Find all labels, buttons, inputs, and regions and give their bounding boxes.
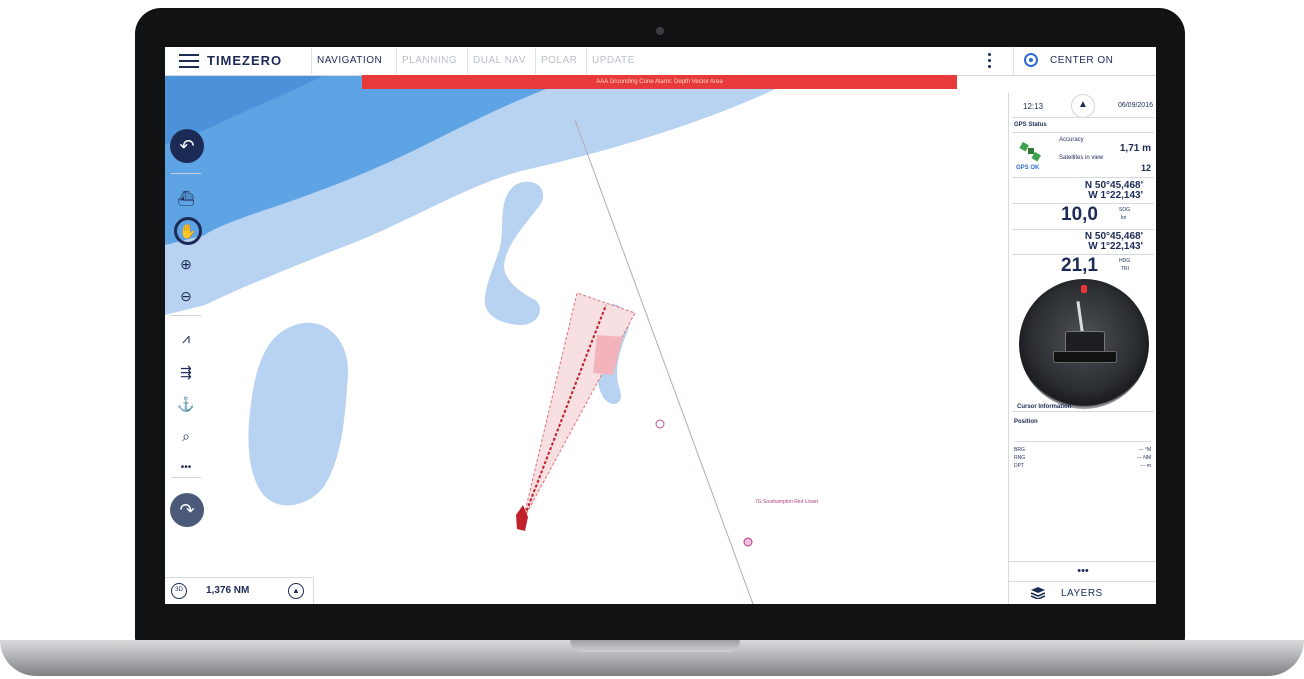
scale-value: 1,376 NM — [206, 585, 250, 596]
back-button[interactable]: ↶ — [170, 129, 204, 163]
cursor-info-title: Cursor Information — [1017, 404, 1072, 410]
buoy-icon[interactable] — [743, 537, 753, 547]
cursor-row-value: --- °M — [1138, 447, 1151, 453]
tab-update[interactable]: UPDATE — [586, 48, 640, 74]
satellites-value: 12 — [1140, 163, 1151, 173]
gauge-readout — [1053, 351, 1117, 363]
speed-value: 10,0 — [1061, 204, 1098, 225]
layers-button[interactable]: LAYERS — [1009, 581, 1156, 604]
center-on-button[interactable]: CENTER ON — [1013, 47, 1156, 75]
zoom-in-icon[interactable]: ⊕ — [173, 251, 199, 277]
speed-gauge — [1019, 279, 1149, 409]
accuracy-label: Accuracy — [1059, 137, 1084, 143]
center-on-label: CENTER ON — [1050, 55, 1114, 66]
speed-unit-top: SOG — [1119, 207, 1131, 213]
cursor-row-label: RNG — [1014, 455, 1026, 461]
divider — [1012, 177, 1154, 178]
boat-mode-icon[interactable]: ⛴ — [173, 185, 199, 211]
cursor-row-label: DPT — [1014, 463, 1024, 469]
brand-logo: TIMEZERO — [207, 53, 283, 68]
tab-dual-nav[interactable]: DUAL NAV — [467, 48, 531, 74]
heading-unit-top: HDG — [1119, 258, 1131, 264]
time-value: 12:13 — [1023, 102, 1044, 111]
waypoint-label: 7G Southampton Red Lower — [755, 499, 819, 505]
satellite-icon — [1019, 141, 1041, 162]
position-lon: W 1°22,143' — [1088, 190, 1143, 201]
pan-hand-icon[interactable]: ✋ — [174, 217, 202, 245]
position2-lon: W 1°22,143' — [1088, 241, 1143, 252]
target-icon — [1024, 53, 1038, 67]
camera-icon — [656, 27, 664, 35]
toolbar-divider — [171, 315, 201, 316]
layers-label: LAYERS — [1061, 588, 1103, 599]
cursor-row-value: --- NM — [1136, 455, 1151, 461]
laptop-notch — [570, 640, 740, 652]
panel-collapse-icon[interactable]: ▲ — [1071, 94, 1095, 118]
gauge-marker — [1081, 285, 1087, 293]
compass-tool-icon[interactable]: ⩘ — [173, 325, 199, 351]
cursor-row-value: --- m — [1140, 463, 1151, 469]
date-value: 06/09/2016 — [1117, 102, 1153, 109]
route-tool-icon[interactable]: ⇶ — [173, 359, 199, 385]
info-panel: 12:13 ▲ 06/09/2016 GPS Status GPS OK Acc… — [1008, 93, 1156, 604]
mark-tool-icon[interactable]: ⚓ — [173, 391, 199, 417]
chart-map[interactable]: 7G Southampton Red Lower — [165, 75, 1005, 604]
app-screen: 7G Southampton Red Lower TIMEZERO NAVIGA… — [165, 47, 1156, 604]
accuracy-value: 1,71 m — [1119, 143, 1151, 154]
divider — [1012, 132, 1154, 133]
search-icon[interactable]: ⌕ — [173, 423, 199, 449]
forward-button[interactable]: ↷ — [170, 493, 204, 527]
cursor-position-label: Position — [1014, 419, 1038, 425]
speed-unit-bottom: kn — [1121, 215, 1127, 221]
alarm-banner[interactable]: AAA Grounding Cone Alarm: Depth Vector A… — [362, 75, 957, 89]
view-mode-button[interactable]: 3D — [171, 583, 187, 599]
scale-status: 3D 1,376 NM ▲ — [165, 577, 314, 604]
divider — [1015, 441, 1151, 442]
divider — [1012, 411, 1154, 412]
divider — [1012, 229, 1154, 230]
top-bar: TIMEZERO NAVIGATION PLANNING DUAL NAV PO… — [165, 47, 1156, 76]
menu-icon[interactable] — [179, 54, 199, 68]
more-options-icon[interactable] — [988, 53, 992, 69]
gps-status-title: GPS Status — [1014, 122, 1047, 128]
tab-polar[interactable]: POLAR — [535, 48, 582, 74]
toolbar-divider — [171, 173, 201, 174]
left-toolbar: ↶ ⛴ ✋ ⊕ ⊖ ⩘ ⇶ ⚓ ⌕ ••• ↷ — [165, 75, 209, 604]
gps-ok-label: GPS OK — [1016, 165, 1040, 171]
cursor-row-label: BRG — [1014, 447, 1025, 453]
tab-planning[interactable]: PLANNING — [396, 48, 462, 74]
layers-icon — [1031, 587, 1045, 599]
tab-navigation[interactable]: NAVIGATION — [311, 48, 387, 74]
toolbar-divider — [171, 477, 201, 478]
heading-value: 21,1 — [1061, 255, 1098, 276]
divider — [1012, 117, 1154, 118]
heading-unit-bottom: TRI — [1121, 266, 1130, 272]
zoom-out-icon[interactable]: ⊖ — [173, 283, 199, 309]
time-row: 12:13 ▲ 06/09/2016 — [1009, 94, 1156, 118]
satellites-label: Satellites in view — [1059, 155, 1104, 161]
north-up-icon[interactable]: ▲ — [288, 583, 304, 599]
